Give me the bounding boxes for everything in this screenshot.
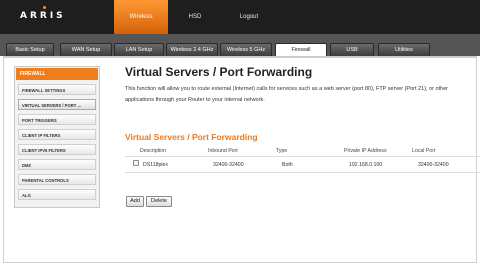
add-button[interactable]: Add bbox=[126, 196, 144, 207]
tab-usb[interactable]: USB bbox=[330, 43, 374, 56]
sidebar-item-dmz[interactable]: DMZ bbox=[18, 159, 96, 170]
sidebar-item-client-ip-filters[interactable]: CLIENT IP FILTERS bbox=[18, 129, 96, 140]
tab-firewall[interactable]: Firewall bbox=[275, 43, 327, 56]
tab-wireless-5[interactable]: Wireless 5 GHz bbox=[220, 43, 272, 56]
row-inbound-port: 32400-32400 bbox=[213, 162, 244, 168]
tab-lan-setup[interactable]: LAN Setup bbox=[114, 43, 164, 56]
tab-utilities[interactable]: Utilities bbox=[378, 43, 430, 56]
sidebar-item-firewall-settings[interactable]: FIREWALL SETTINGS bbox=[18, 84, 96, 95]
col-inbound-port: Inbound Port bbox=[208, 148, 238, 154]
tab-basic-setup[interactable]: Basic Setup bbox=[6, 43, 54, 56]
top-header: ARRIS Wireless HSD Logout bbox=[0, 0, 480, 34]
sidebar-item-port-triggers[interactable]: PORT TRIGGERS bbox=[18, 114, 96, 125]
row-private-ip: 192.168.0.100 bbox=[349, 162, 383, 168]
tab-wireless-24[interactable]: Wireless 2.4 GHz bbox=[166, 43, 218, 56]
col-description: Description bbox=[140, 148, 166, 154]
tab-wan-setup[interactable]: WAN Setup bbox=[60, 43, 112, 56]
row-description: DS118plex bbox=[143, 162, 168, 168]
sidebar-item-virtual-servers[interactable]: VIRTUAL SERVERS / PORT ... bbox=[18, 99, 96, 110]
section-title: Virtual Servers / Port Forwarding bbox=[125, 132, 258, 142]
row-select-checkbox[interactable] bbox=[133, 160, 139, 166]
row-type: Both bbox=[282, 162, 293, 168]
page-title: Virtual Servers / Port Forwarding bbox=[125, 65, 313, 79]
sidebar-item-client-ipv6-filters[interactable]: CLIENT IPV6 FILTERS bbox=[18, 144, 96, 155]
sidebar: FIREWALL FIREWALL SETTINGS VIRTUAL SERVE… bbox=[14, 66, 100, 208]
delete-button[interactable]: Delete bbox=[146, 196, 172, 207]
nav-logout[interactable]: Logout bbox=[226, 0, 272, 34]
nav-wireless[interactable]: Wireless bbox=[114, 0, 168, 34]
sidebar-header: FIREWALL bbox=[16, 68, 98, 80]
row-local-port: 32400-32400 bbox=[418, 162, 449, 168]
sidebar-item-alg[interactable]: ALG bbox=[18, 189, 96, 200]
logo-accent-dot bbox=[43, 6, 46, 9]
arris-logo: ARRIS bbox=[20, 11, 66, 21]
nav-hsd[interactable]: HSD bbox=[172, 0, 218, 34]
col-type: Type bbox=[276, 148, 288, 154]
col-local-port: Local Port bbox=[412, 148, 436, 154]
sidebar-item-parental-controls[interactable]: PARENTAL CONTROLS bbox=[18, 174, 96, 185]
header-divider bbox=[125, 156, 480, 157]
col-private-ip: Private IP Address bbox=[344, 148, 387, 154]
page-description: This function will allow you to route ex… bbox=[125, 86, 448, 103]
row-divider bbox=[125, 172, 480, 173]
